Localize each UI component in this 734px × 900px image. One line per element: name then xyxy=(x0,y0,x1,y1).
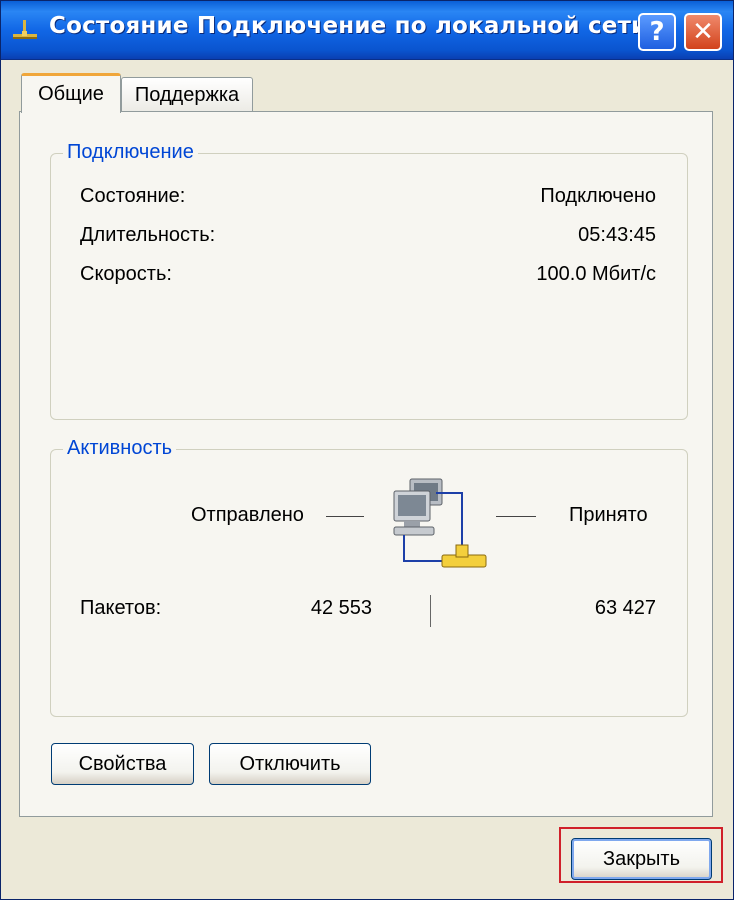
network-connection-icon xyxy=(13,20,37,39)
duration-label: Длительность: xyxy=(80,224,216,246)
speed-label: Скорость: xyxy=(80,263,172,285)
status-label: Состояние: xyxy=(80,185,186,207)
title-bar[interactable]: Состояние Подключение по локальной сети … xyxy=(1,1,733,60)
activity-groupbox xyxy=(50,449,688,717)
close-button[interactable]: Закрыть xyxy=(571,838,712,880)
status-value: Подключено xyxy=(540,185,656,207)
dialog-window: Состояние Подключение по локальной сети … xyxy=(0,0,734,900)
packets-sent-value: 42 553 xyxy=(310,597,372,619)
window-title: Состояние Подключение по локальной сети xyxy=(49,13,648,39)
disconnect-button[interactable]: Отключить xyxy=(209,743,371,785)
received-line xyxy=(496,516,536,517)
network-computers-icon xyxy=(393,478,487,568)
tab-support[interactable]: Поддержка xyxy=(121,77,253,113)
received-label: Принято xyxy=(569,504,648,526)
activity-group-label: Активность xyxy=(63,437,177,460)
packets-received-value: 63 427 xyxy=(594,597,656,619)
sent-label: Отправлено xyxy=(191,504,304,526)
speed-value: 100.0 Мбит/с xyxy=(536,263,656,285)
duration-value: 05:43:45 xyxy=(578,224,656,246)
packets-separator xyxy=(430,595,431,627)
tab-general[interactable]: Общие xyxy=(21,73,121,113)
packets-label: Пакетов: xyxy=(80,597,162,619)
help-button[interactable]: ? xyxy=(638,13,676,51)
connection-group-label: Подключение xyxy=(63,141,198,164)
properties-button[interactable]: Свойства xyxy=(51,743,194,785)
close-window-button[interactable]: ✕ xyxy=(684,13,722,51)
sent-line xyxy=(326,516,364,517)
